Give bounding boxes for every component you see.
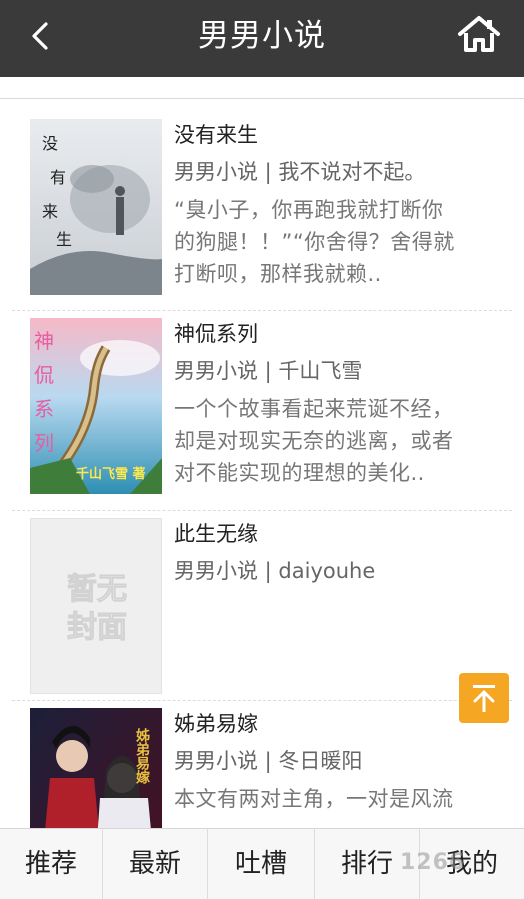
cover-char: 列 bbox=[34, 431, 54, 455]
book-item[interactable]: 没 有 来 生 没有来生 男男小说 | 我不说对不起。 “臭小子，你再跑我就打断… bbox=[12, 111, 512, 311]
book-meta: 男男小说 | 冬日暖阳 bbox=[174, 749, 363, 773]
book-meta: 男男小说 | daiyouhe bbox=[174, 559, 376, 583]
book-cover[interactable]: 神 侃 系 列 千山飞雪 著 bbox=[30, 318, 162, 494]
cover-caption: 千山飞雪 著 bbox=[76, 466, 146, 482]
book-cover[interactable]: 没 有 来 生 bbox=[30, 119, 162, 295]
desc-line: 一个个故事看起来荒诞不经， bbox=[174, 397, 454, 421]
cover-char: 生 bbox=[56, 230, 72, 249]
book-cover[interactable]: 姊弟易嫁 bbox=[30, 708, 162, 832]
tab-latest[interactable]: 最新 bbox=[103, 829, 208, 899]
book-title[interactable]: 姊弟易嫁 bbox=[174, 709, 258, 739]
cover-char: 没 bbox=[42, 134, 58, 153]
desc-line: 却是对现实无奈的逃离，或者 bbox=[174, 429, 454, 453]
desc-line: 打断呗，那样我就赖.. bbox=[174, 262, 382, 286]
book-title[interactable]: 此生无缘 bbox=[174, 519, 258, 549]
book-cover-placeholder[interactable]: 暂无 封面 bbox=[30, 518, 162, 694]
cover-char: 来 bbox=[42, 202, 58, 221]
home-icon[interactable] bbox=[456, 14, 502, 54]
desc-line: 对不能实现的理想的美化.. bbox=[174, 461, 425, 485]
book-item[interactable]: 神 侃 系 列 千山飞雪 著 神侃系列 男男小说 | 千山飞雪 一个个故事看起来… bbox=[12, 311, 512, 511]
top-bar: 男男小说 bbox=[0, 0, 524, 77]
page-title: 男男小说 bbox=[198, 18, 326, 54]
book-desc: 本文有两对主角，一对是风流 bbox=[174, 783, 494, 815]
book-desc: 一个个故事看起来荒诞不经， 却是对现实无奈的逃离，或者 对不能实现的理想的美化.… bbox=[174, 393, 494, 489]
book-title[interactable]: 神侃系列 bbox=[174, 319, 258, 349]
desc-line: 本文有两对主角，一对是风流 bbox=[174, 787, 454, 811]
book-meta: 男男小说 | 我不说对不起。 bbox=[174, 160, 426, 184]
book-desc: “臭小子，你再跑我就打断你 的狗腿！！”“你舍得？舍得就 打断呗，那样我就赖.. bbox=[174, 194, 494, 290]
cover-char: 侃 bbox=[34, 363, 54, 387]
watermark-logo: 1266 bbox=[400, 850, 466, 875]
desc-line: 的狗腿！！”“你舍得？舍得就 bbox=[174, 230, 455, 254]
book-item[interactable]: 暂无 封面 此生无缘 男男小说 | daiyouhe bbox=[12, 511, 512, 701]
tab-recommend[interactable]: 推荐 bbox=[0, 829, 103, 899]
desc-line: “臭小子，你再跑我就打断你 bbox=[174, 198, 444, 222]
book-meta: 男男小说 | 千山飞雪 bbox=[174, 359, 363, 383]
book-item[interactable]: 姊弟易嫁 姊弟易嫁 男男小说 | 冬日暖阳 本文有两对主角，一对是风流 bbox=[12, 701, 512, 841]
cover-char: 有 bbox=[50, 168, 66, 187]
cover-placeholder-text: 暂无 bbox=[67, 572, 127, 607]
cover-char: 系 bbox=[34, 397, 54, 421]
cover-placeholder-text: 封面 bbox=[67, 610, 127, 645]
cover-title: 姊弟易嫁 bbox=[134, 727, 151, 785]
book-title[interactable]: 没有来生 bbox=[174, 120, 258, 150]
tab-rant[interactable]: 吐槽 bbox=[208, 829, 315, 899]
back-to-top-button[interactable] bbox=[459, 673, 509, 723]
divider bbox=[0, 98, 524, 99]
arrow-up-to-top-icon bbox=[473, 685, 495, 712]
cover-char: 神 bbox=[34, 329, 54, 353]
